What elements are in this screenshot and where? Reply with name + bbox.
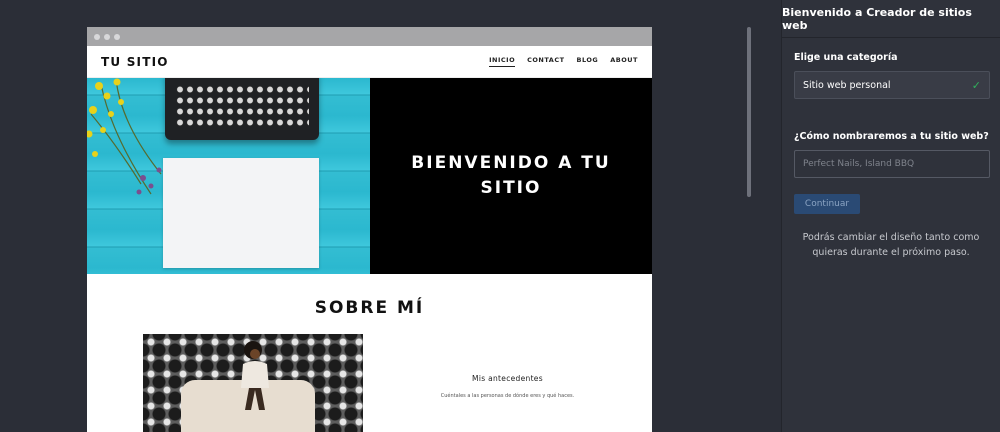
nav-item-about[interactable]: ABOUT <box>610 56 638 67</box>
window-dot-icon <box>114 33 120 40</box>
browser-preview-window: TU SITIO INICIO CONTACT BLOG ABOUT BIENV… <box>87 27 652 432</box>
builder-panel: Bienvenido a Creador de sitios web Elige… <box>781 0 1000 432</box>
category-select[interactable]: Sitio web personal ✓ <box>794 71 990 99</box>
continue-button[interactable]: Continuar <box>794 194 860 214</box>
design-note: Podrás cambiar el diseño tanto como quie… <box>802 232 980 258</box>
site-preview-area: TU SITIO INICIO CONTACT BLOG ABOUT BIENV… <box>0 0 781 432</box>
about-description: Cuéntales a las personas de dónde eres y… <box>440 393 575 399</box>
nav-item-contact[interactable]: CONTACT <box>527 56 564 67</box>
about-section: Mis antecedentes Cuéntales a las persona… <box>87 334 652 432</box>
site-header: TU SITIO INICIO CONTACT BLOG ABOUT <box>87 46 652 78</box>
category-label: Elige una categoría <box>794 52 898 63</box>
window-dot-icon <box>94 33 100 40</box>
site-name-input[interactable]: Perfect Nails, Island BBQ <box>794 150 990 178</box>
about-text: Mis antecedentes Cuéntales a las persona… <box>363 334 652 432</box>
panel-title: Bienvenido a Creador de sitios web <box>782 0 1000 38</box>
preview-scrollbar[interactable] <box>747 27 751 197</box>
hero-title: BIENVENIDO A TU SITIO <box>411 153 611 198</box>
nav-item-blog[interactable]: BLOG <box>577 56 599 67</box>
about-photo <box>143 334 363 432</box>
site-name-label: ¿Cómo nombraremos a tu sitio web? <box>794 131 989 142</box>
hero-banner: BIENVENIDO A TU SITIO <box>370 78 652 274</box>
flowers-image <box>87 78 162 195</box>
nav-item-inicio[interactable]: INICIO <box>489 56 516 67</box>
person-image <box>241 341 269 410</box>
hero-image <box>87 78 370 274</box>
hero-section: BIENVENIDO A TU SITIO <box>87 78 652 274</box>
site-name-placeholder: Perfect Nails, Island BBQ <box>803 159 915 169</box>
about-heading: Mis antecedentes <box>472 374 543 383</box>
typewriter-image <box>165 78 319 140</box>
blank-paper-image <box>163 158 319 268</box>
site-logo[interactable]: TU SITIO <box>101 55 169 69</box>
browser-chrome <box>87 27 652 46</box>
site-nav: INICIO CONTACT BLOG ABOUT <box>489 56 638 67</box>
category-value: Sitio web personal <box>803 79 891 91</box>
check-icon: ✓ <box>971 78 981 92</box>
about-title: SOBRE MÍ <box>314 298 425 318</box>
window-dot-icon <box>104 33 110 40</box>
